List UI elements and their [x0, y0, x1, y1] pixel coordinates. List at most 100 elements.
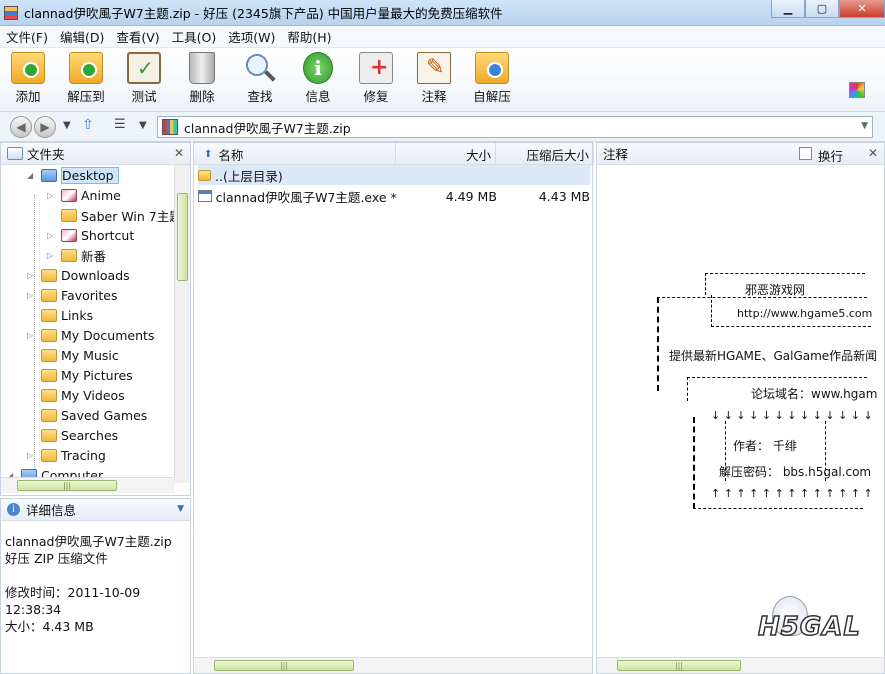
back-button[interactable]: ◀	[10, 116, 32, 138]
comment-label: 注释	[421, 89, 447, 104]
comment-forum: 论坛域名：www.hgam	[751, 387, 878, 401]
test-button[interactable]: 测试	[119, 52, 169, 105]
tree-item-my-music[interactable]: My Music	[27, 345, 119, 365]
forward-button[interactable]: ▶	[34, 116, 56, 138]
address-field[interactable]: clannad伊吹風子W7主题.zip ▼	[157, 116, 873, 138]
tree-item-tracing[interactable]: ▷ Tracing	[27, 445, 106, 465]
collapse-details-icon[interactable]: ▼	[177, 504, 184, 514]
column-packed[interactable]: 压缩后大小	[496, 143, 594, 165]
tree-item-favorites[interactable]: ▷ Favorites	[27, 285, 117, 305]
repair-button[interactable]: 修复	[351, 52, 401, 105]
menu-view[interactable]: 查看(V)	[110, 27, 165, 46]
folder-tree-scrollbar[interactable]	[174, 165, 190, 483]
comment-button[interactable]: 注释	[409, 52, 459, 105]
test-label: 测试	[131, 89, 157, 104]
tree-item-links[interactable]: Links	[27, 305, 93, 325]
exe-file-icon	[198, 190, 212, 202]
expand-icon[interactable]: ▷	[27, 271, 37, 280]
tree-item-my-documents[interactable]: ▷ My Documents	[27, 325, 154, 345]
menu-file[interactable]: 文件(F)	[0, 27, 54, 46]
folder-icon	[61, 208, 77, 222]
app-icon[interactable]	[4, 5, 18, 20]
delete-icon	[189, 52, 215, 84]
repair-label: 修复	[363, 89, 389, 104]
tree-item-my-videos[interactable]: My Videos	[27, 385, 125, 405]
folder-icon	[41, 388, 57, 402]
find-label: 查找	[247, 89, 273, 104]
tree-item-downloads[interactable]: ▷ Downloads	[27, 265, 130, 285]
skin-palette-icon[interactable]	[849, 82, 865, 98]
tree-item-saber[interactable]: Saber Win 7主题	[47, 205, 182, 225]
address-dropdown-icon[interactable]: ▼	[861, 121, 868, 131]
expand-icon[interactable]: ▷	[27, 451, 37, 460]
sfx-label: 自解压	[473, 89, 511, 104]
tree-label: 新番	[81, 248, 107, 264]
column-name[interactable]: ⬆ 名称	[194, 143, 396, 165]
view-mode-icon[interactable]: ☰	[114, 117, 126, 132]
comment-slogan: 提供最新HGAME、GalGame作品新闻	[669, 349, 878, 363]
tree-item-desktop[interactable]: ◢ Desktop	[27, 165, 119, 185]
close-button[interactable]: ✕	[839, 0, 885, 18]
file-list-hscrollbar[interactable]: |||	[194, 657, 592, 673]
comment-arrows-up: ↑ ↑ ↑ ↑ ↑ ↑ ↑ ↑ ↑ ↑ ↑ ↑ ↑	[711, 487, 873, 500]
expand-icon[interactable]: ▷	[27, 331, 37, 340]
folder-icon	[61, 248, 77, 262]
maximize-button[interactable]: ▢	[805, 0, 839, 18]
find-button[interactable]: 查找	[235, 52, 285, 105]
up-folder-icon[interactable]: ⇧	[82, 117, 94, 133]
folder-tree: ◢ Desktop ▷ Anime Saber Win 7主题 ▷ Shortc…	[1, 165, 187, 485]
tree-item-xinfan[interactable]: ▷ 新番	[47, 245, 106, 265]
close-folder-panel-icon[interactable]: ✕	[174, 146, 184, 160]
expand-icon[interactable]: ▷	[47, 231, 57, 240]
folder-tree-hscrollbar[interactable]: |||	[1, 477, 175, 493]
folder-icon	[41, 348, 57, 362]
minimize-button[interactable]: ▁	[771, 0, 805, 18]
comment-author: 作者： 千绯	[733, 439, 797, 453]
folder-icon	[61, 228, 77, 242]
find-icon	[243, 52, 277, 84]
menu-help[interactable]: 帮助(H)	[281, 27, 337, 46]
test-icon	[127, 52, 161, 84]
delete-button[interactable]: 删除	[177, 52, 227, 105]
parent-directory-row[interactable]: ..(上层目录)	[198, 165, 590, 185]
tree-item-my-pictures[interactable]: My Pictures	[27, 365, 133, 385]
tree-item-shortcut[interactable]: ▷ Shortcut	[47, 225, 134, 245]
view-mode-dropdown-icon[interactable]: ▼	[139, 120, 147, 131]
column-size[interactable]: 大小	[396, 143, 496, 165]
parent-directory-label: ..(上层目录)	[215, 168, 283, 184]
menu-edit[interactable]: 编辑(D)	[54, 27, 110, 46]
folder-icon	[61, 188, 77, 202]
tree-label: Desktop	[61, 166, 119, 184]
details-modified: 修改时间：2011-10-09 12:38:34	[5, 585, 141, 617]
info-icon: i	[7, 503, 20, 516]
close-comment-panel-icon[interactable]: ✕	[868, 146, 878, 160]
wrap-checkbox[interactable]	[799, 147, 812, 160]
comment-url: http://www.hgame5.com	[737, 307, 873, 320]
tree-item-saved-games[interactable]: Saved Games	[27, 405, 147, 425]
folder-tree-icon	[7, 147, 23, 160]
comment-icon	[417, 52, 451, 84]
tree-item-searches[interactable]: Searches	[27, 425, 118, 445]
expand-icon[interactable]: ▷	[27, 291, 37, 300]
extract-to-button[interactable]: 解压到	[61, 52, 111, 105]
expand-icon[interactable]: ▷	[47, 191, 57, 200]
tree-label: Shortcut	[81, 227, 135, 243]
folder-icon	[41, 328, 57, 342]
menu-options[interactable]: 选项(W)	[222, 27, 281, 46]
add-button[interactable]: 添加	[3, 52, 53, 105]
info-button[interactable]: i 信息	[293, 52, 343, 105]
tree-item-anime[interactable]: ▷ Anime	[47, 185, 121, 205]
folder-icon	[41, 288, 57, 302]
comment-hscrollbar[interactable]: |||	[597, 657, 884, 673]
tree-label: Favorites	[61, 287, 118, 303]
sfx-icon	[475, 52, 509, 84]
file-row[interactable]: clannad伊吹風子W7主题.exe * 4.49 MB 4.43 MB	[198, 186, 590, 206]
zip-file-icon	[162, 119, 178, 135]
info-icon: i	[303, 52, 333, 84]
menu-tools[interactable]: 工具(O)	[166, 27, 223, 46]
comment-site: 邪恶游戏网	[745, 283, 806, 297]
collapse-icon[interactable]: ◢	[27, 171, 37, 180]
sfx-button[interactable]: 自解压	[467, 52, 517, 105]
history-dropdown-icon[interactable]: ▼	[63, 120, 71, 131]
expand-icon[interactable]: ▷	[47, 251, 57, 260]
